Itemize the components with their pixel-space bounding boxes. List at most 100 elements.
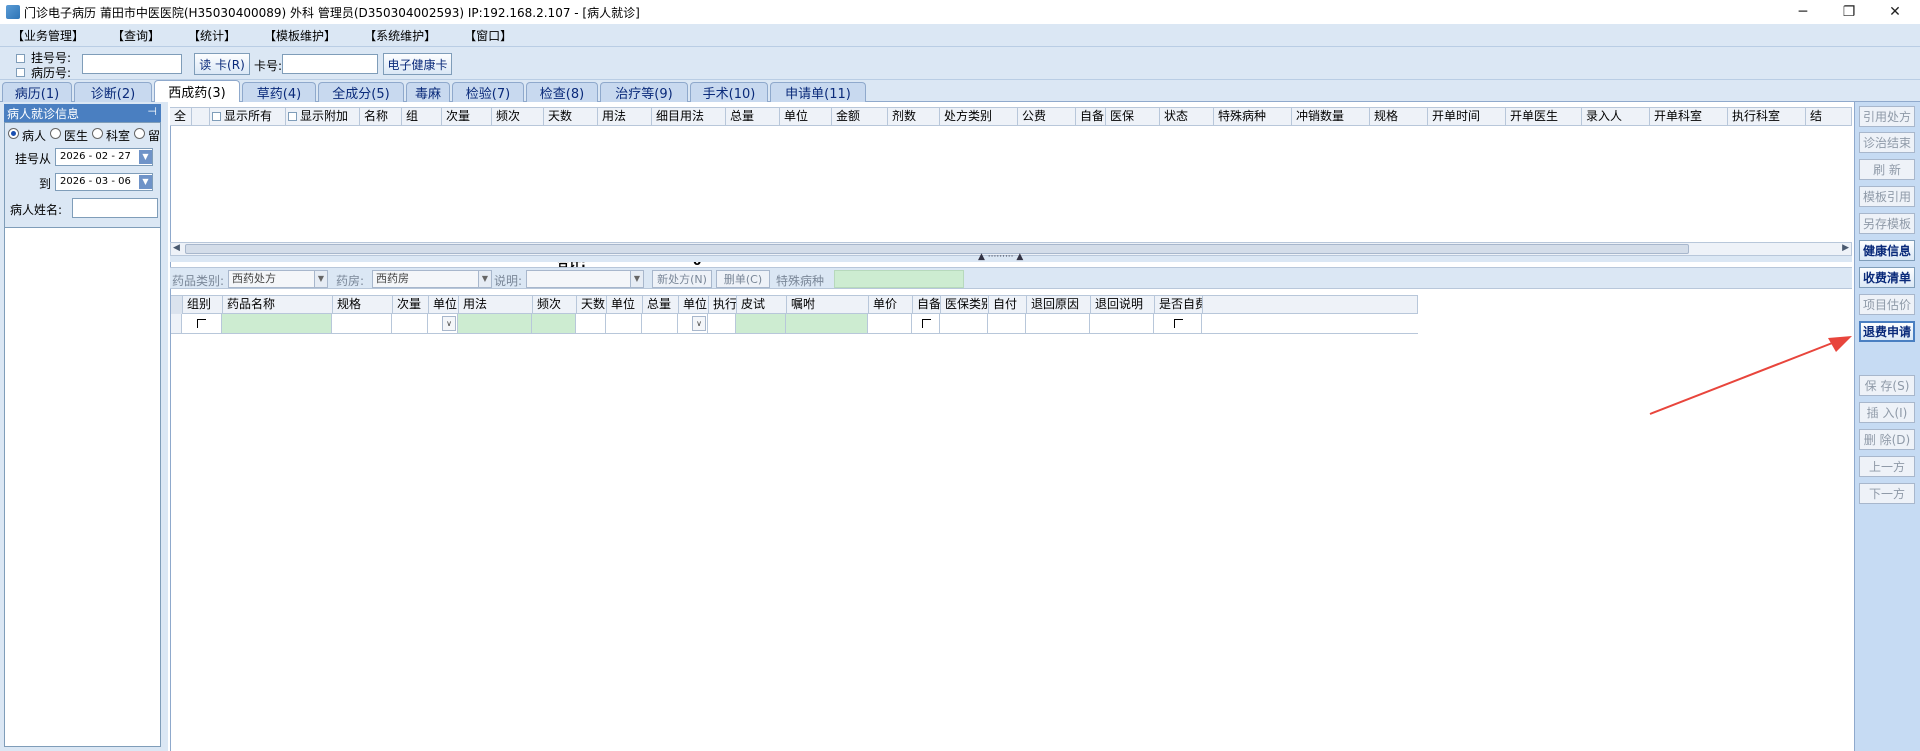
tab-herbal[interactable]: 草药(4): [242, 82, 316, 102]
col-status[interactable]: 状态: [1160, 108, 1214, 126]
minimize-button[interactable]: ─: [1780, 0, 1826, 24]
delete-prescription-button[interactable]: 删单(C): [716, 270, 770, 288]
col-special-disease[interactable]: 特殊病种: [1214, 108, 1292, 126]
cell-group-no[interactable]: [182, 314, 222, 333]
refresh-button[interactable]: 刷 新: [1859, 159, 1915, 180]
menu-statistics[interactable]: 【统计】: [188, 27, 236, 44]
cell-frequency[interactable]: [532, 314, 576, 333]
reg-no-checkbox[interactable]: [16, 54, 25, 63]
col-all[interactable]: 全: [170, 108, 192, 126]
read-card-button[interactable]: 读 卡(R): [194, 53, 250, 75]
chevron-down-icon[interactable]: ▼: [139, 175, 152, 189]
cell-dose[interactable]: [392, 314, 428, 333]
col-doses[interactable]: 剂数: [888, 108, 940, 126]
cell-days[interactable]: [576, 314, 606, 333]
col-spec[interactable]: 规格: [1370, 108, 1428, 126]
chevron-down-icon[interactable]: ▼: [139, 150, 152, 164]
col-group[interactable]: 组: [402, 108, 442, 126]
tab-narcotics[interactable]: 毒麻: [406, 82, 450, 102]
reg-from-date[interactable]: 2026 - 02 - 27 ▼: [55, 148, 153, 166]
special-disease-input[interactable]: [834, 270, 964, 288]
radio-patient[interactable]: [8, 128, 19, 139]
checkbox[interactable]: [197, 319, 206, 328]
show-all-checkbox[interactable]: 显示所有: [210, 108, 286, 126]
record-no-checkbox[interactable]: [16, 68, 25, 77]
insert-button[interactable]: 插 入(I): [1859, 402, 1915, 423]
col-self-provided[interactable]: 自备: [913, 296, 941, 314]
col-total-unit[interactable]: 单位: [679, 296, 709, 314]
row-selector-header[interactable]: [171, 296, 183, 314]
tab-treatment[interactable]: 治疗等(9): [600, 82, 688, 102]
col-amount[interactable]: 金额: [832, 108, 888, 126]
chevron-down-icon[interactable]: ▼: [314, 271, 327, 287]
cell-drug-name[interactable]: [222, 314, 332, 333]
cell-skin-test[interactable]: [736, 314, 786, 333]
cell-spec[interactable]: [332, 314, 392, 333]
reg-to-date[interactable]: 2026 - 03 - 06 ▼: [55, 173, 153, 191]
scroll-thumb[interactable]: [185, 244, 1689, 254]
col-drug-name[interactable]: 药品名称: [223, 296, 333, 314]
reg-no-input[interactable]: [82, 54, 182, 74]
col-entered-by[interactable]: 录入人: [1582, 108, 1650, 126]
tab-full-ingredient[interactable]: 全成分(5): [318, 82, 404, 102]
tab-lab[interactable]: 检验(7): [452, 82, 524, 102]
menu-query[interactable]: 【查询】: [112, 27, 160, 44]
chevron-down-icon[interactable]: ∨: [442, 316, 456, 331]
save-as-template-button[interactable]: 另存模板: [1859, 213, 1915, 234]
tab-surgery[interactable]: 手术(10): [690, 82, 768, 102]
col-unit[interactable]: 单位: [780, 108, 832, 126]
radio-stay[interactable]: [134, 128, 145, 139]
cell-self-provided[interactable]: [912, 314, 940, 333]
health-info-button[interactable]: 健康信息: [1859, 240, 1915, 261]
col-insurance-type[interactable]: 医保类别: [941, 296, 989, 314]
col-usage[interactable]: 用法: [598, 108, 652, 126]
fee-list-button[interactable]: 收费清单: [1859, 267, 1915, 288]
col-dose-unit[interactable]: 单位: [429, 296, 459, 314]
tab-exam[interactable]: 检查(8): [526, 82, 598, 102]
col-days-unit[interactable]: 单位: [607, 296, 643, 314]
note-select[interactable]: ▼: [526, 270, 644, 288]
col-writeoff-qty[interactable]: 冲销数量: [1292, 108, 1370, 126]
checkbox[interactable]: [922, 319, 931, 328]
col-order-dept[interactable]: 开单科室: [1650, 108, 1728, 126]
cell-insurance-type[interactable]: [940, 314, 988, 333]
col-frequency[interactable]: 频次: [533, 296, 577, 314]
card-no-input[interactable]: [282, 54, 378, 74]
cell-usage[interactable]: [458, 314, 532, 333]
splitter-grip-icon[interactable]: ▲ ········· ▲: [978, 252, 1023, 262]
col-settle[interactable]: 结: [1806, 108, 1852, 126]
radio-department[interactable]: [92, 128, 103, 139]
cell-instructions[interactable]: [786, 314, 868, 333]
delete-button[interactable]: 删 除(D): [1859, 429, 1915, 450]
chevron-down-icon[interactable]: ▼: [478, 271, 491, 287]
tab-western-medicine[interactable]: 西成药(3): [154, 80, 240, 102]
chevron-down-icon[interactable]: ∨: [692, 316, 706, 331]
scroll-left-icon[interactable]: ◀: [173, 243, 180, 253]
close-button[interactable]: ✕: [1872, 0, 1918, 24]
col-days[interactable]: 天数: [577, 296, 607, 314]
col-exec-dept[interactable]: 执行科室: [1728, 108, 1806, 126]
col-self-pay[interactable]: 自付: [989, 296, 1027, 314]
template-cite-button[interactable]: 模板引用: [1859, 186, 1915, 207]
col-skin-test[interactable]: 皮试: [737, 296, 787, 314]
col-return-reason[interactable]: 退回原因: [1027, 296, 1091, 314]
col-execute[interactable]: 执行: [709, 296, 737, 314]
new-prescription-button[interactable]: 新处方(N): [652, 270, 712, 288]
refund-request-button[interactable]: 退费申请: [1859, 321, 1915, 342]
col-usage[interactable]: 用法: [459, 296, 533, 314]
col-is-self-pay[interactable]: 是否自费: [1155, 296, 1203, 314]
save-button[interactable]: 保 存(S): [1859, 375, 1915, 396]
col-instructions[interactable]: 嘱咐: [787, 296, 869, 314]
maximize-button[interactable]: ❐: [1826, 0, 1872, 24]
col-total[interactable]: 总量: [726, 108, 780, 126]
cell-total-unit[interactable]: ∨: [678, 314, 708, 333]
col-group-no[interactable]: 组别: [183, 296, 223, 314]
checkbox[interactable]: [1174, 319, 1183, 328]
col-name[interactable]: 名称: [360, 108, 402, 126]
cell-is-self-pay[interactable]: [1154, 314, 1202, 333]
previous-prescription-button[interactable]: 上一方: [1859, 456, 1915, 477]
col-dose[interactable]: 次量: [442, 108, 492, 126]
tab-application[interactable]: 申请单(11): [770, 82, 866, 102]
col-frequency[interactable]: 频次: [492, 108, 544, 126]
tab-medical-record[interactable]: 病历(1): [2, 82, 72, 102]
